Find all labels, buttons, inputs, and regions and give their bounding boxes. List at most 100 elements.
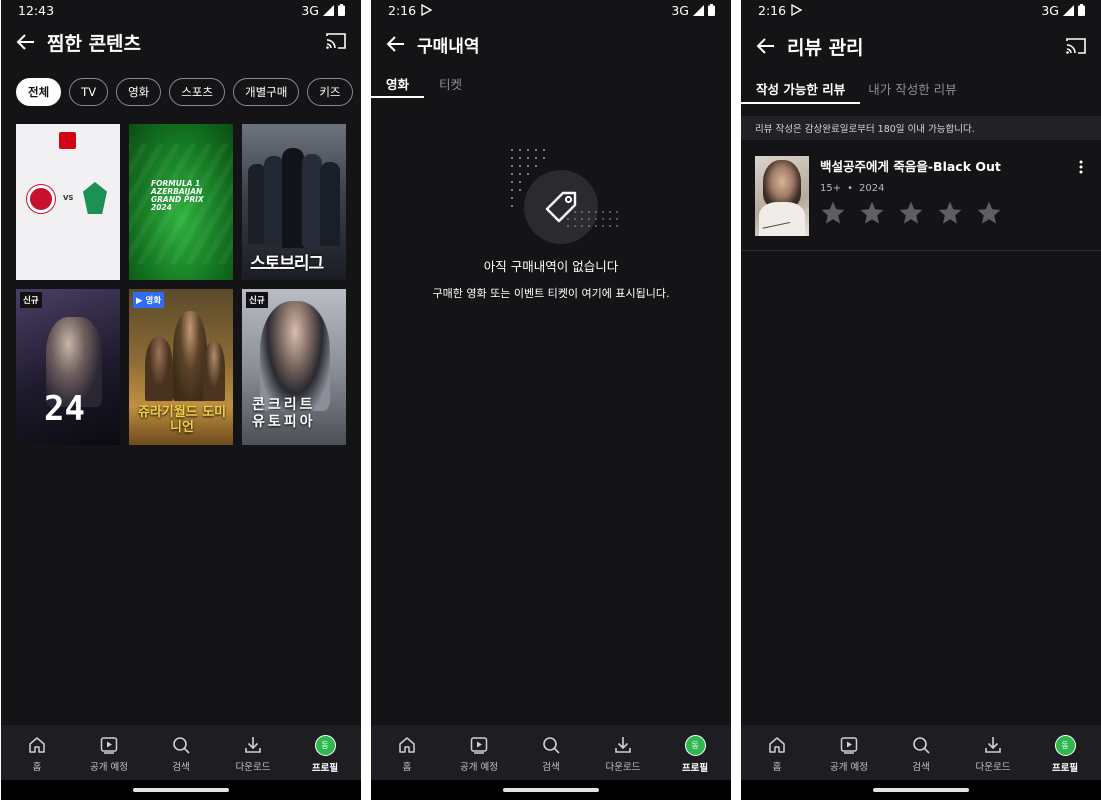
chip-sports[interactable]: 스포츠 [169, 78, 225, 106]
tab-ticket[interactable]: 티켓 [424, 68, 477, 98]
status-time: 12:43 [18, 2, 55, 18]
profile-avatar: 동 [684, 735, 706, 756]
nav-search-label: 검색 [172, 762, 190, 773]
profile-avatar: 동 [314, 735, 336, 756]
star-rating [820, 200, 1002, 226]
nav-coming-soon-label: 공개 예정 [90, 762, 128, 773]
release-year: 2024 [859, 183, 885, 194]
tab-my-reviews[interactable]: 내가 작성한 리뷰 [860, 72, 971, 104]
star-icon-5[interactable] [976, 200, 1002, 226]
signal-icon [1063, 4, 1074, 16]
more-vertical-icon[interactable] [1079, 160, 1083, 174]
poster-stove-league[interactable]: 스토브리그 [242, 124, 346, 280]
cast-icon[interactable] [1065, 36, 1087, 56]
nav-profile-label: 프로필 [311, 763, 339, 774]
nav-home-label: 홈 [32, 762, 42, 773]
gesture-bar [371, 780, 731, 800]
nav-search[interactable]: 검색 [146, 735, 216, 773]
nav-home[interactable]: 홈 [2, 735, 72, 773]
battery-icon [708, 4, 715, 16]
download-icon [245, 737, 261, 753]
star-icon-2[interactable] [859, 200, 885, 226]
network-label: 3G [301, 2, 319, 18]
play-box-icon [100, 737, 118, 754]
nav-home-label: 홈 [402, 762, 412, 773]
page-title: 찜한 콘텐츠 [47, 32, 142, 55]
nav-search[interactable]: 검색 [886, 735, 956, 773]
app-bar: 리뷰 관리 [741, 20, 1101, 72]
f1-title-label: FORMULA 1 AZERBAIJAN GRAND PRIX 2024 [151, 179, 204, 212]
nav-search[interactable]: 검색 [516, 735, 586, 773]
back-arrow-icon[interactable] [755, 35, 777, 57]
new-badge: 신규 [246, 292, 268, 308]
back-arrow-icon[interactable] [15, 31, 37, 53]
app-bar: 찜한 콘텐츠 [1, 20, 361, 64]
poster-24[interactable]: 신규 24 [16, 289, 120, 445]
chip-individual-purchase[interactable]: 개별구매 [233, 78, 300, 106]
home-icon [399, 737, 415, 753]
nav-profile[interactable]: 동 프로필 [290, 735, 360, 774]
nav-coming-soon[interactable]: 공개 예정 [444, 735, 514, 773]
stove-league-title: 스토브리그 [250, 254, 324, 274]
poster-f1-grand-prix[interactable]: FORMULA 1 AZERBAIJAN GRAND PRIX 2024 [129, 124, 233, 280]
new-badge: 신규 [20, 292, 42, 308]
status-bar: 2:16 3G [371, 0, 731, 20]
network-label: 3G [1041, 2, 1059, 18]
home-indicator[interactable] [133, 788, 229, 792]
chip-movie[interactable]: 영화 [116, 78, 162, 106]
club-crest-left-icon [27, 185, 55, 213]
download-icon [615, 737, 631, 753]
star-icon-1[interactable] [820, 200, 846, 226]
chip-all[interactable]: 전체 [16, 78, 62, 106]
concrete-utopia-title: 콘크리트 유토피아 [252, 397, 316, 430]
club-crest-right-icon [83, 182, 107, 214]
bundesliga-logo-icon [59, 132, 76, 149]
meta-separator: • [847, 183, 854, 194]
nav-home[interactable]: 홈 [742, 735, 812, 773]
nav-download[interactable]: 다운로드 [588, 735, 658, 773]
back-arrow-icon[interactable] [385, 33, 407, 55]
battery-icon [1078, 4, 1085, 16]
cast-figures [248, 146, 340, 256]
nav-coming-soon-label: 공개 예정 [460, 762, 498, 773]
review-item[interactable]: 백설공주에게 죽음을-Black Out 15+ • 2024 [741, 140, 1101, 251]
age-rating: 15+ [820, 183, 842, 194]
nav-download-label: 다운로드 [605, 762, 641, 773]
nav-search-label: 검색 [912, 762, 930, 773]
gesture-bar [741, 780, 1101, 800]
signal-icon [323, 4, 334, 16]
status-time: 2:16 [758, 2, 787, 18]
chip-kids[interactable]: 키즈 [307, 78, 353, 106]
review-meta: 15+ • 2024 [820, 183, 1002, 194]
tab-writable-reviews[interactable]: 작성 가능한 리뷰 [741, 72, 861, 104]
empty-illustration [496, 148, 618, 244]
nav-download[interactable]: 다운로드 [218, 735, 288, 773]
tab-movie[interactable]: 영화 [371, 68, 425, 98]
vs-label: VS [63, 194, 74, 202]
tag-icon [545, 191, 577, 223]
cast-icon[interactable] [325, 31, 347, 51]
home-indicator[interactable] [873, 788, 969, 792]
status-time: 2:16 [388, 2, 417, 18]
chip-tv[interactable]: TV [69, 78, 109, 106]
poster-football-match[interactable]: VS [16, 124, 120, 280]
nav-download[interactable]: 다운로드 [958, 735, 1028, 773]
actor-figures [143, 311, 225, 401]
home-indicator[interactable] [503, 788, 599, 792]
nav-profile[interactable]: 동 프로필 [660, 735, 730, 774]
nav-profile[interactable]: 동 프로필 [1030, 735, 1100, 774]
download-icon [985, 737, 1001, 753]
star-icon-3[interactable] [898, 200, 924, 226]
nav-home[interactable]: 홈 [372, 735, 442, 773]
review-notice: 리뷰 작성은 감상완료일로부터 180일 이내 가능합니다. [741, 116, 1101, 140]
home-icon [769, 737, 785, 753]
poster-jurassic-world[interactable]: ▶ 영화 쥬라기월드 도미니언 [129, 289, 233, 445]
gesture-bar [1, 780, 361, 800]
status-bar: 2:16 3G [741, 0, 1101, 20]
poster-concrete-utopia[interactable]: 신규 콘크리트 유토피아 [242, 289, 346, 445]
nav-coming-soon[interactable]: 공개 예정 [814, 735, 884, 773]
wishlist-screen: 12:43 3G 찜한 콘텐츠 전체 TV 영화 스포츠 개별구매 키즈 VS … [1, 0, 361, 800]
star-icon-4[interactable] [937, 200, 963, 226]
nav-coming-soon[interactable]: 공개 예정 [74, 735, 144, 773]
empty-title: 아직 구매내역이 없습니다 [483, 259, 619, 274]
